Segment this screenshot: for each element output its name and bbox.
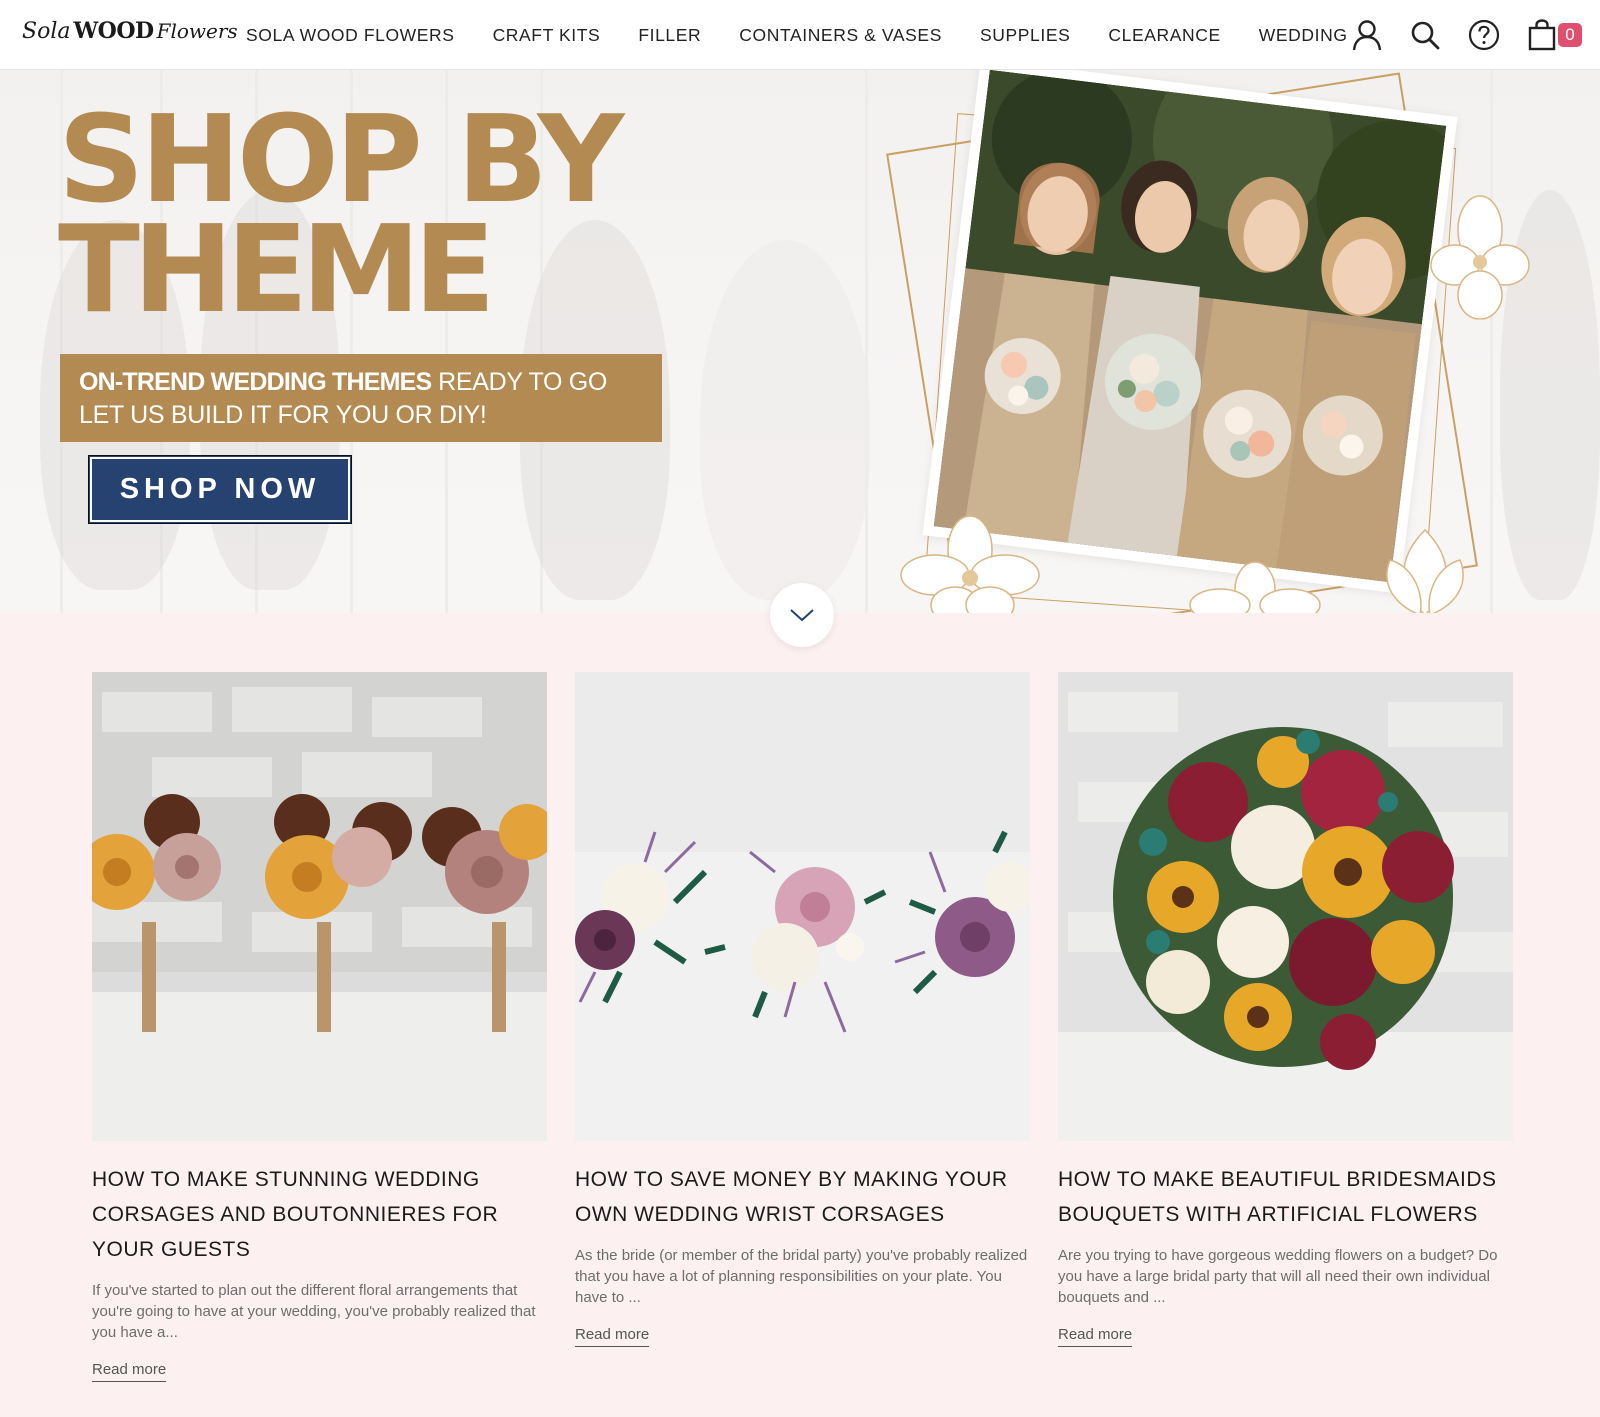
article-excerpt: As the bride (or member of the bridal pa… xyxy=(575,1247,1028,1306)
article-card[interactable]: HOW TO SAVE MONEY BY MAKING YOUR OWN WED… xyxy=(575,672,1030,1347)
cart-icon[interactable] xyxy=(1525,18,1559,52)
logo-text-sola: Sola xyxy=(22,19,71,44)
account-icon[interactable] xyxy=(1350,18,1384,52)
shop-now-button[interactable]: SHOP NOW xyxy=(88,455,352,524)
article-excerpt: Are you trying to have gorgeous wedding … xyxy=(1058,1247,1498,1306)
nav-clearance[interactable]: CLEARANCE xyxy=(1108,25,1220,46)
article-image-bridesmaid-bouquet[interactable] xyxy=(1058,672,1513,1141)
logo-text-flowers: Flowers xyxy=(156,19,238,43)
chevron-down-icon xyxy=(790,609,814,622)
hero-title-line1: SHOP BY xyxy=(58,91,624,230)
hero-tagline-bold: ON-TREND WEDDING THEMES xyxy=(79,368,432,396)
scroll-down-button[interactable] xyxy=(770,583,834,647)
flower-decoration-icon-4 xyxy=(1189,561,1321,613)
read-more-link[interactable]: Read more xyxy=(92,1361,167,1382)
nav-supplies[interactable]: SUPPLIES xyxy=(980,25,1070,46)
hero-tagline-line2: LET US BUILD IT FOR YOU OR DIY! xyxy=(79,401,487,429)
article-card[interactable]: HOW TO MAKE BEAUTIFUL BRIDESMAIDS BOUQUE… xyxy=(1058,672,1513,1347)
cart-count-badge[interactable]: 0 xyxy=(1558,23,1582,47)
article-title[interactable]: HOW TO MAKE BEAUTIFUL BRIDESMAIDS BOUQUE… xyxy=(1058,1162,1513,1232)
flower-decoration-icon-2 xyxy=(1430,195,1530,320)
article-excerpt: If you've started to plan out the differ… xyxy=(92,1282,536,1341)
logo-text-wood: WOOD xyxy=(73,18,154,44)
article-title[interactable]: HOW TO SAVE MONEY BY MAKING YOUR OWN WED… xyxy=(575,1162,1030,1232)
hero-title-line2: THEME xyxy=(58,201,496,340)
nav-sola-wood-flowers[interactable]: SOLA WOOD FLOWERS xyxy=(246,25,455,46)
hero-title: SHOP BY THEME xyxy=(58,91,624,340)
article-image-wrist-corsages[interactable] xyxy=(575,672,1030,1141)
nav-craft-kits[interactable]: CRAFT KITS xyxy=(493,25,601,46)
hero-tagline: ON-TREND WEDDING THEMES READY TO GO LET … xyxy=(60,354,662,442)
read-more-link[interactable]: Read more xyxy=(1058,1326,1133,1347)
site-logo[interactable]: Sola WOOD Flowers xyxy=(22,18,238,44)
nav-filler[interactable]: FILLER xyxy=(638,25,701,46)
article-image-boutonnieres[interactable] xyxy=(92,672,547,1141)
hero-banner[interactable]: SHOP BY THEME ON-TREND WEDDING THEMES RE… xyxy=(0,70,1600,613)
flower-decoration-icon-3 xyxy=(1386,528,1464,613)
article-card[interactable]: HOW TO MAKE STUNNING WEDDING CORSAGES AN… xyxy=(92,672,547,1382)
nav-wedding[interactable]: WEDDING xyxy=(1259,25,1348,46)
read-more-link[interactable]: Read more xyxy=(575,1326,650,1347)
article-title[interactable]: HOW TO MAKE STUNNING WEDDING CORSAGES AN… xyxy=(92,1162,547,1267)
search-icon[interactable] xyxy=(1408,18,1442,52)
nav-containers-vases[interactable]: CONTAINERS & VASES xyxy=(739,25,942,46)
site-header: Sola WOOD Flowers SOLA WOOD FLOWERS CRAF… xyxy=(0,0,1600,70)
help-icon[interactable] xyxy=(1467,18,1501,52)
main-nav: SOLA WOOD FLOWERS CRAFT KITS FILLER CONT… xyxy=(246,0,1386,70)
flower-decoration-icon xyxy=(900,515,1040,613)
hero-tagline-rest: READY TO GO xyxy=(431,368,608,396)
